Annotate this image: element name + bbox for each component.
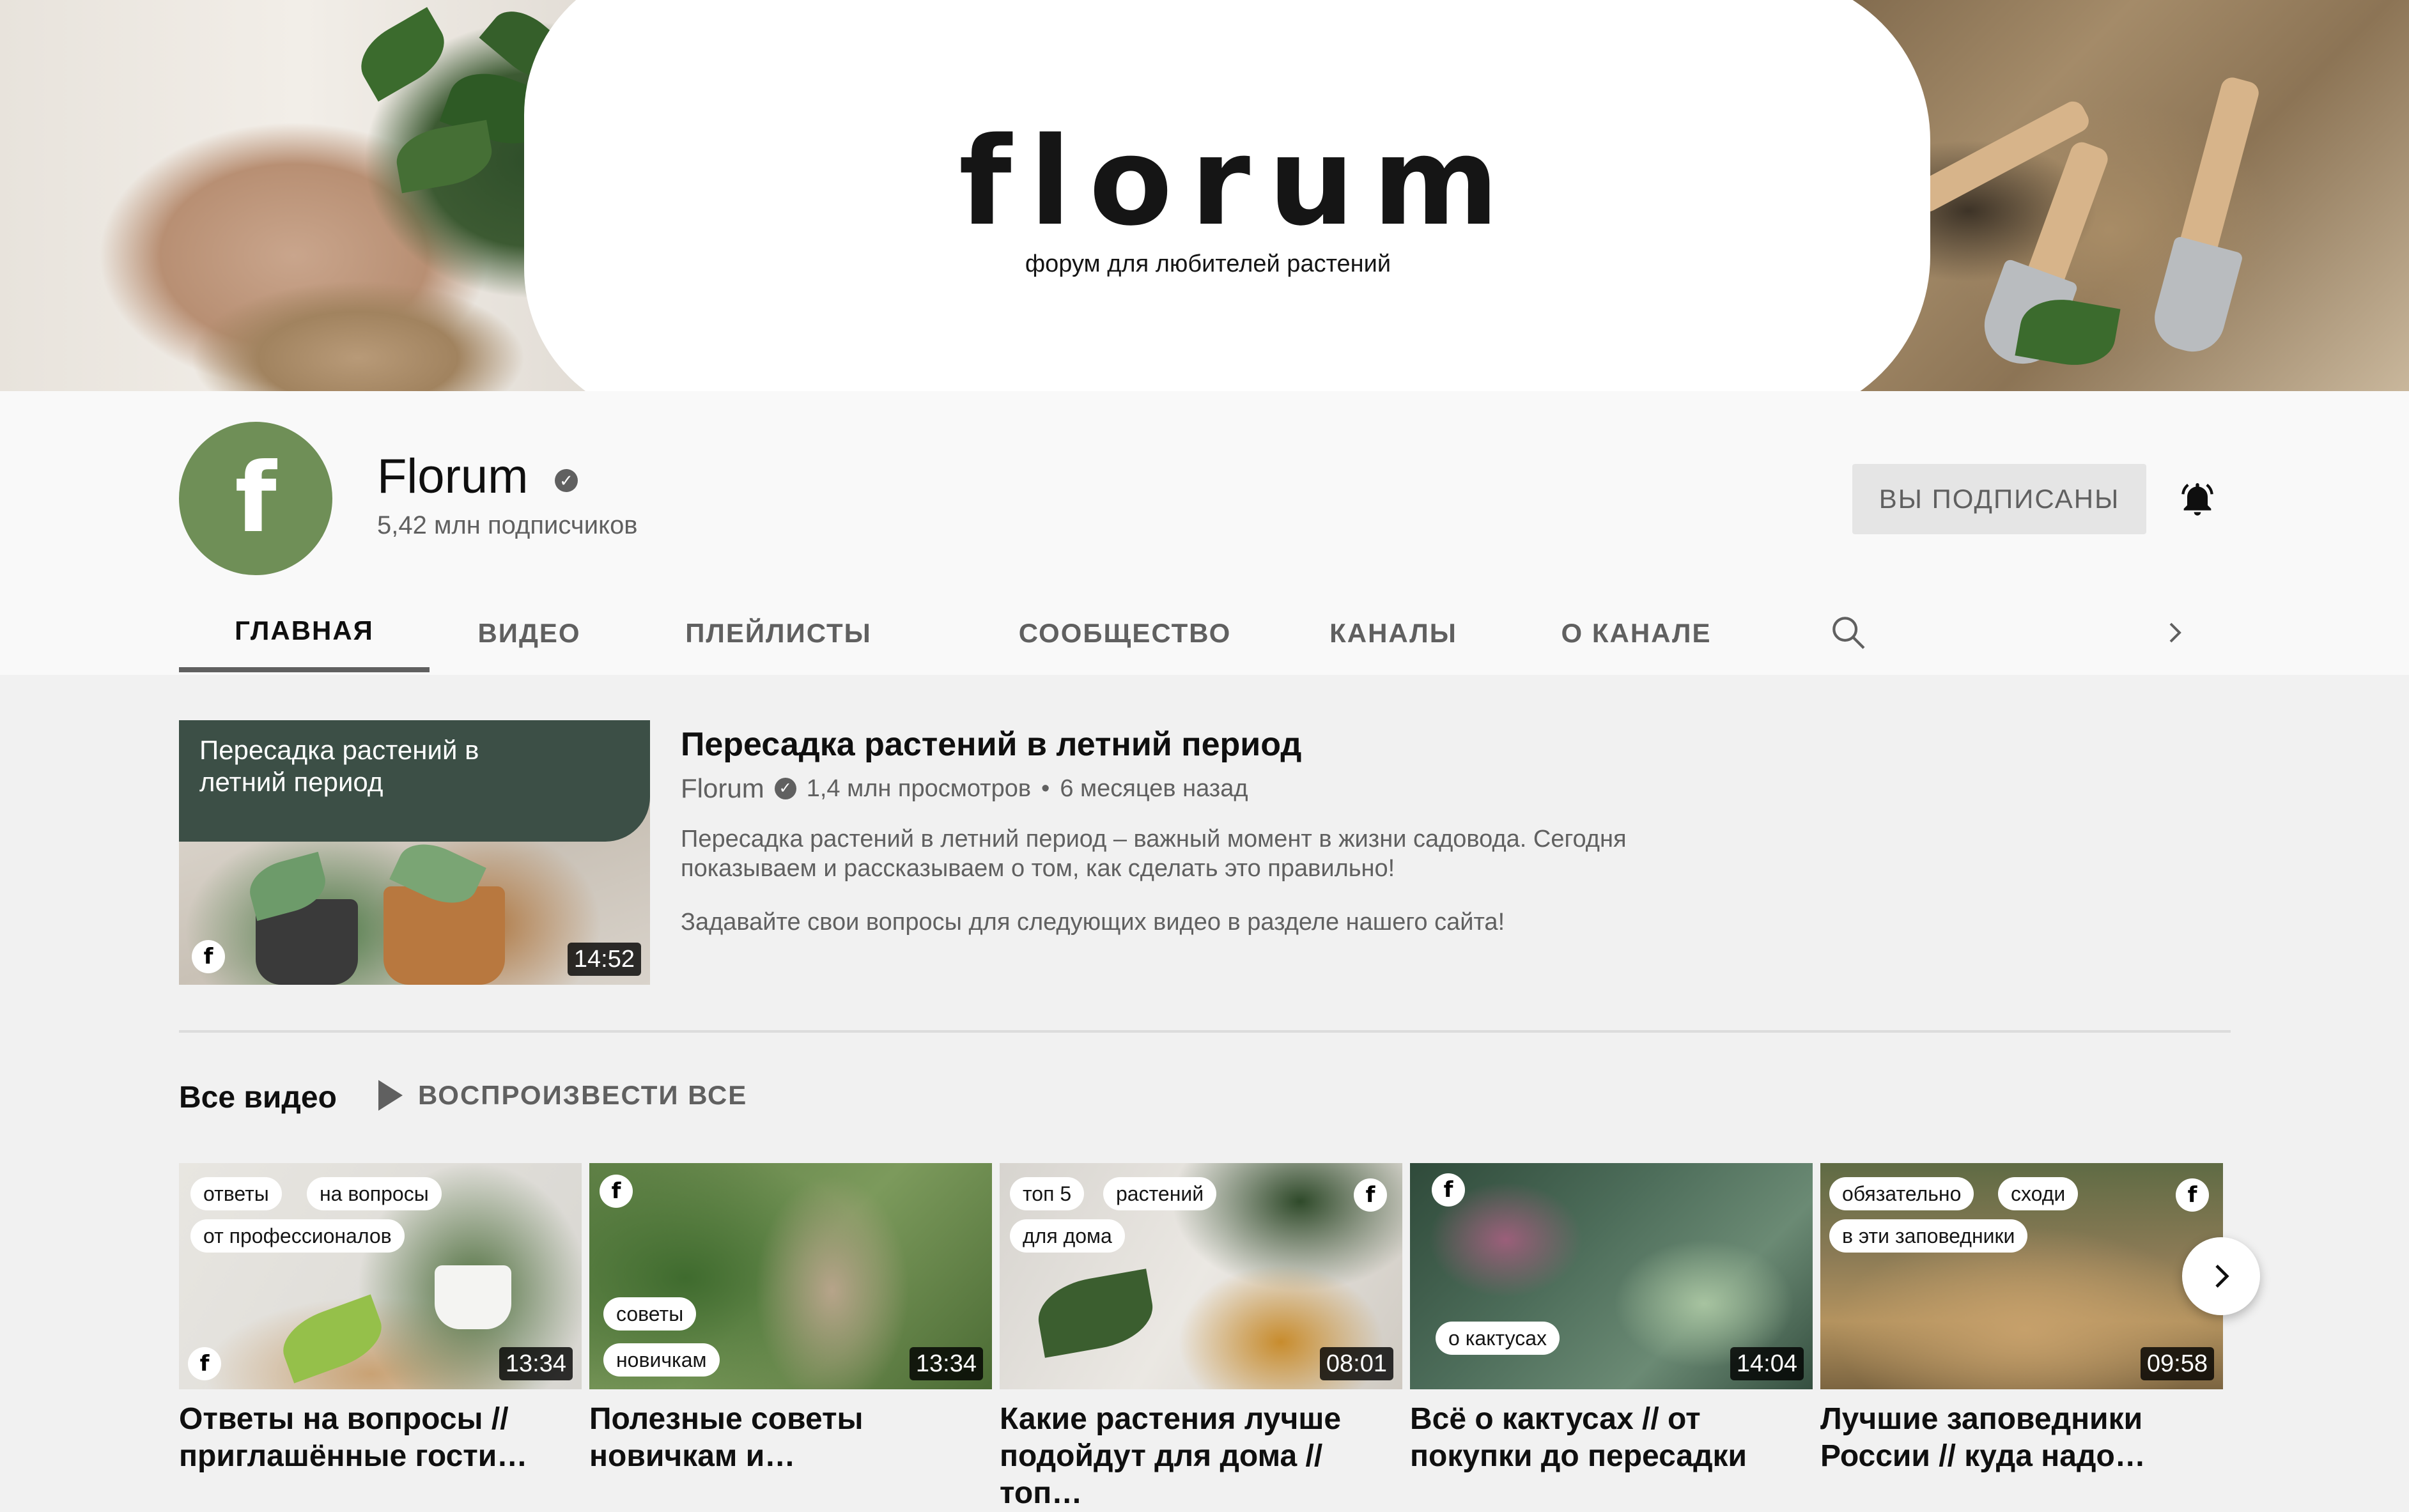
- video-title[interactable]: Лучшие заповедники России // куда надо…: [1820, 1401, 2229, 1475]
- tab-home[interactable]: ГЛАВНАЯ: [179, 594, 430, 672]
- thumb-chip: советы: [603, 1297, 697, 1331]
- thumb-chip: от профессионалов: [190, 1219, 405, 1253]
- thumb-chip: обязательно: [1829, 1177, 1974, 1210]
- banner-shape-right: [1662, 0, 1930, 391]
- channel-watermark-icon: f: [2176, 1178, 2209, 1212]
- featured-description-extra: Задавайте свои вопросы для следующих вид…: [681, 909, 1505, 936]
- featured-views: 1,4 млн просмотров: [806, 775, 1032, 802]
- channel-watermark-icon: f: [600, 1175, 633, 1208]
- channel-tabs: ГЛАВНАЯ ВИДЕО ПЛЕЙЛИСТЫ СООБЩЕСТВО КАНАЛ…: [179, 594, 2224, 675]
- thumb-chip: для дома: [1010, 1219, 1125, 1253]
- video-card[interactable]: f о кактусах 14:04 Всё о кактусах // от …: [1410, 1163, 1813, 1475]
- tab-channels[interactable]: КАНАЛЫ: [1310, 594, 1476, 672]
- tabs-chevron-right-icon[interactable]: [2149, 607, 2200, 658]
- verified-check-icon: ✓: [774, 778, 796, 799]
- video-card[interactable]: топ 5 растений для дома f 08:01 Какие ра…: [1000, 1163, 1402, 1512]
- carousel-next-button[interactable]: [2182, 1237, 2260, 1315]
- thumb-chip: о кактусах: [1436, 1322, 1560, 1355]
- thumb-chip: на вопросы: [307, 1177, 442, 1210]
- play-icon: [378, 1080, 403, 1111]
- section-divider: [179, 1030, 2231, 1033]
- tab-about[interactable]: О КАНАЛЕ: [1553, 594, 1719, 672]
- banner-logo: florum: [959, 111, 1517, 252]
- featured-description: Пересадка растений в летний период – важ…: [681, 826, 1627, 882]
- avatar-letter: f: [235, 443, 277, 554]
- video-card[interactable]: f советы новичкам 13:34 Полезные советы …: [589, 1163, 992, 1475]
- channel-banner: florum форум для любителей растений: [0, 0, 2409, 391]
- verified-check-icon: ✓: [555, 469, 578, 492]
- featured-video-meta: Florum ✓ 1,4 млн просмотров • 6 месяцев …: [681, 773, 1248, 804]
- video-duration: 08:01: [1319, 1347, 1393, 1380]
- chevron-right-icon: [2215, 1265, 2229, 1288]
- thumb-chip: растений: [1103, 1177, 1217, 1210]
- channel-name: Florum: [377, 449, 529, 504]
- video-duration: 09:58: [2140, 1347, 2214, 1380]
- video-title[interactable]: Ответы на вопросы // приглашённые гости…: [179, 1401, 588, 1475]
- video-card[interactable]: ответы на вопросы от профессионалов f 13…: [179, 1163, 582, 1475]
- channel-watermark-icon: f: [1432, 1173, 1465, 1207]
- subscribed-button[interactable]: ВЫ ПОДПИСАНЫ: [1852, 464, 2146, 534]
- video-card[interactable]: обязательно сходи в эти заповедники f 09…: [1820, 1163, 2223, 1475]
- video-thumbnail[interactable]: f советы новичкам 13:34: [589, 1163, 992, 1389]
- channel-watermark-icon: f: [188, 1347, 221, 1380]
- tab-playlists[interactable]: ПЛЕЙЛИСТЫ: [670, 594, 887, 672]
- section-title: Все видео: [179, 1081, 337, 1115]
- search-icon[interactable]: [1823, 607, 1874, 658]
- video-thumbnail[interactable]: обязательно сходи в эти заповедники f 09…: [1820, 1163, 2223, 1389]
- video-title[interactable]: Всё о кактусах // от покупки до пересадк…: [1410, 1401, 1819, 1475]
- banner-tagline: форум для любителей растений: [1025, 251, 1391, 277]
- channel-watermark-icon: f: [192, 940, 225, 973]
- tab-community[interactable]: СООБЩЕСТВО: [1003, 594, 1246, 672]
- featured-age: 6 месяцев назад: [1060, 775, 1248, 802]
- video-duration: 13:34: [909, 1347, 983, 1380]
- banner-shape-left: [524, 0, 831, 391]
- video-duration: 13:34: [499, 1347, 573, 1380]
- video-title[interactable]: Полезные советы новичкам и…: [589, 1401, 998, 1475]
- video-thumbnail[interactable]: ответы на вопросы от профессионалов f 13…: [179, 1163, 582, 1389]
- channel-avatar[interactable]: f: [179, 422, 332, 575]
- video-duration: 14:52: [567, 943, 641, 976]
- featured-thumb-text: Пересадка растений в летний период: [199, 735, 479, 797]
- meta-separator: •: [1041, 775, 1050, 802]
- featured-video-thumbnail[interactable]: Пересадка растений в летний период f 14:…: [179, 720, 650, 985]
- play-all-button[interactable]: ВОСПРОИЗВЕСТИ ВСЕ: [378, 1080, 747, 1111]
- tab-videos[interactable]: ВИДЕО: [468, 594, 591, 672]
- thumb-chip: ответы: [190, 1177, 282, 1210]
- channel-watermark-icon: f: [1354, 1178, 1387, 1212]
- notification-bell-icon[interactable]: [2172, 473, 2223, 524]
- video-thumbnail[interactable]: f о кактусах 14:04: [1410, 1163, 1813, 1389]
- subscriber-count: 5,42 млн подписчиков: [377, 511, 638, 539]
- play-all-label: ВОСПРОИЗВЕСТИ ВСЕ: [418, 1080, 748, 1110]
- thumb-chip: в эти заповедники: [1829, 1219, 2028, 1253]
- video-duration: 14:04: [1730, 1347, 1804, 1380]
- video-thumbnail[interactable]: топ 5 растений для дома f 08:01: [1000, 1163, 1402, 1389]
- featured-video-title[interactable]: Пересадка растений в летний период: [681, 725, 1301, 764]
- channel-header: f Florum ✓ 5,42 млн подписчиков ВЫ ПОДПИ…: [0, 391, 2409, 675]
- thumb-chip: топ 5: [1010, 1177, 1085, 1210]
- video-title[interactable]: Какие растения лучше подойдут для дома /…: [1000, 1401, 1409, 1512]
- thumb-chip: сходи: [1998, 1177, 2079, 1210]
- featured-channel-name[interactable]: Florum: [681, 773, 764, 804]
- thumb-chip: новичкам: [603, 1343, 720, 1377]
